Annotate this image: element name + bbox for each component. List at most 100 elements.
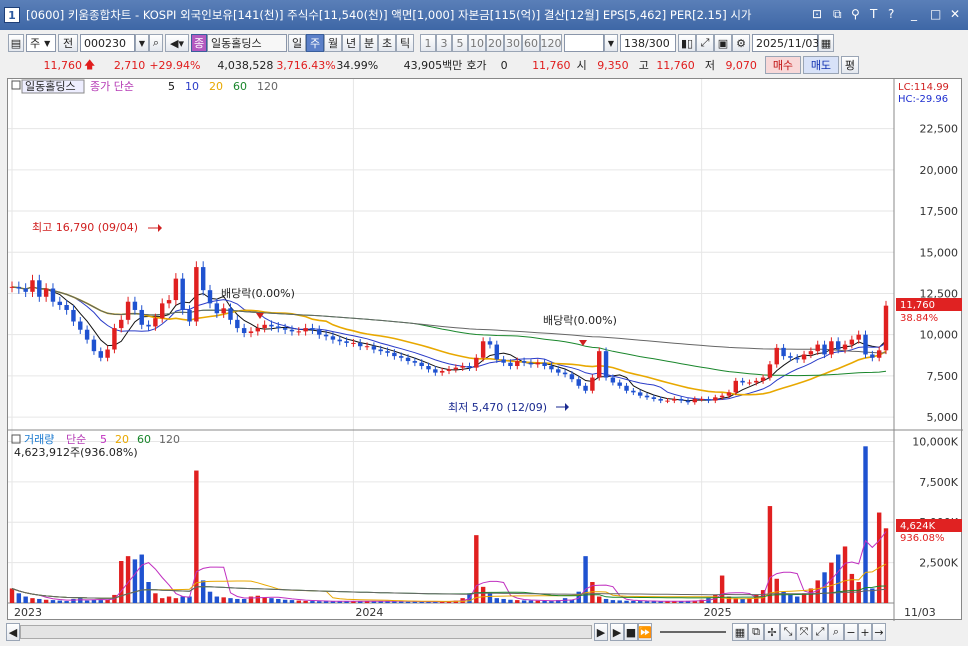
interval-button-5[interactable]: 5	[452, 34, 468, 52]
prev-button[interactable]: 전	[58, 34, 78, 52]
interval-button-3[interactable]: 3	[436, 34, 452, 52]
play-icon[interactable]: ▶	[610, 623, 624, 641]
volume-bar	[535, 600, 540, 603]
candle-body	[398, 356, 404, 358]
chart-area[interactable]: 5,000 7,500 10,000 12,500 15,000 17,500 20,000…	[7, 78, 963, 621]
cross-cursor-icon[interactable]: ✢	[764, 623, 780, 641]
price-y-ticks: 5,0007,50010,00012,50015,00017,50020,000…	[920, 123, 959, 424]
trend-tool-icon[interactable]: ⤡	[780, 623, 796, 641]
candle-body	[9, 286, 15, 288]
x-label-1: 2024	[355, 606, 383, 619]
interval-custom-input[interactable]	[564, 34, 604, 52]
interval-button-1[interactable]: 1	[420, 34, 436, 52]
volume-bar	[228, 598, 233, 603]
period-tab-1[interactable]: 주	[306, 34, 324, 52]
period-dropdown[interactable]: 주 ▼	[26, 34, 56, 52]
volume-ma-legend-120: 120	[159, 433, 180, 446]
candle-body	[713, 397, 718, 401]
link-window-icon[interactable]: ⊡	[812, 7, 822, 21]
period-tab-5[interactable]: 초	[378, 34, 396, 52]
font-size-icon[interactable]: T	[870, 7, 877, 21]
calendar-icon[interactable]: ▦	[818, 34, 834, 52]
candle-body	[105, 349, 110, 358]
window-title-bar: 1 [0600] 키움종합차트 - KOSPI 외국인보유[141(천)] 주식…	[0, 0, 968, 30]
volume-bar	[255, 595, 261, 603]
restore-icon[interactable]: ⧉	[833, 7, 842, 22]
fit-screen-icon[interactable]: ⤧	[796, 623, 812, 641]
price-tick-6: 20,000	[920, 164, 959, 177]
period-tab-6[interactable]: 틱	[396, 34, 414, 52]
close-icon[interactable]: ✕	[950, 7, 960, 21]
candle-body	[747, 382, 752, 384]
volume-bar	[849, 573, 855, 603]
search-icon[interactable]: ⌕	[149, 34, 163, 52]
candle-body	[30, 280, 35, 292]
grid-view-icon[interactable]: ▦	[732, 623, 748, 641]
maximize-icon[interactable]: □	[930, 7, 941, 21]
zoom-in-icon[interactable]: +	[858, 623, 872, 641]
horizontal-scrollbar[interactable]	[20, 625, 592, 639]
interval-button-30[interactable]: 30	[504, 34, 522, 52]
stop-icon[interactable]: ■	[624, 623, 638, 641]
speaker-icon[interactable]: ◀▾	[165, 34, 189, 52]
count-display[interactable]: 138/300	[620, 34, 676, 52]
period-tab-4[interactable]: 분	[360, 34, 378, 52]
moving-average-lines	[11, 286, 887, 402]
candle-body	[405, 357, 411, 362]
candle-type-icon[interactable]: ▮▯	[678, 34, 696, 52]
gear-icon[interactable]: ⚙	[732, 34, 750, 52]
volume-bar	[501, 598, 506, 603]
period-tab-0[interactable]: 일	[288, 34, 306, 52]
stock-name-button[interactable]: 종	[191, 34, 207, 52]
help-icon[interactable]: ?	[888, 7, 894, 21]
fast-forward-icon[interactable]: ⏩	[638, 623, 652, 641]
eval-button[interactable]: 평	[840, 56, 859, 74]
period-tab-3[interactable]: 년	[342, 34, 360, 52]
pin-icon[interactable]: ⚲	[851, 7, 860, 21]
zoom-icon[interactable]: ⌕	[828, 623, 844, 641]
candle-body	[795, 357, 800, 360]
zoom-out-icon[interactable]: −	[844, 623, 858, 641]
candle-body	[672, 398, 677, 401]
panel-checkbox-icon[interactable]	[11, 80, 21, 90]
interval-button-10[interactable]: 10	[468, 34, 486, 52]
candle-body	[692, 398, 698, 403]
scroll-left-icon[interactable]: ◀	[6, 623, 20, 641]
interval-dropdown-icon[interactable]: ▼	[604, 34, 618, 52]
candle-body	[501, 359, 506, 363]
period-tab-2[interactable]: 월	[324, 34, 342, 52]
candle-body	[439, 370, 445, 373]
volume-value: 4,038,528	[217, 58, 274, 72]
interval-button-120[interactable]: 120	[540, 34, 562, 52]
volume-bar	[883, 528, 889, 603]
expand-icon[interactable]: ⤢	[812, 623, 828, 641]
minimize-icon[interactable]: _	[911, 7, 917, 21]
candle-body	[863, 334, 868, 355]
volume-bar	[583, 556, 588, 603]
layout-icon[interactable]: ⧉	[748, 623, 764, 641]
candle-body	[282, 328, 288, 330]
buy-button[interactable]: 매수	[764, 56, 801, 74]
zoom-slider[interactable]	[660, 631, 726, 633]
candle-body	[856, 334, 861, 340]
code-dropdown-icon[interactable]: ▼	[135, 34, 149, 52]
volume-bar	[125, 556, 131, 603]
candle-body	[808, 351, 814, 355]
price-tick-0: 5,000	[927, 411, 959, 424]
save-icon[interactable]: ▣	[714, 34, 732, 52]
interval-button-20[interactable]: 20	[486, 34, 504, 52]
price-change: 2,710	[113, 58, 146, 72]
indicator-icon[interactable]: ⤢	[696, 34, 714, 52]
sell-button[interactable]: 매도	[802, 56, 839, 74]
ma-legend: 5 10 20 60 120	[168, 80, 278, 93]
stock-code-input[interactable]: 000230	[80, 34, 135, 52]
chart-menu-icon[interactable]: ▤	[8, 34, 24, 52]
chart-svg[interactable]: 5,0007,50010,00012,50015,00017,50020,000…	[8, 79, 963, 621]
interval-button-60[interactable]: 60	[522, 34, 540, 52]
candle-body	[883, 305, 889, 351]
goto-end-icon[interactable]: →	[872, 623, 886, 641]
volume-bar	[50, 600, 56, 603]
date-input[interactable]: 2025/11/03	[752, 34, 819, 52]
scroll-right-icon[interactable]: ▶	[594, 623, 608, 641]
volume-bar	[549, 601, 554, 603]
